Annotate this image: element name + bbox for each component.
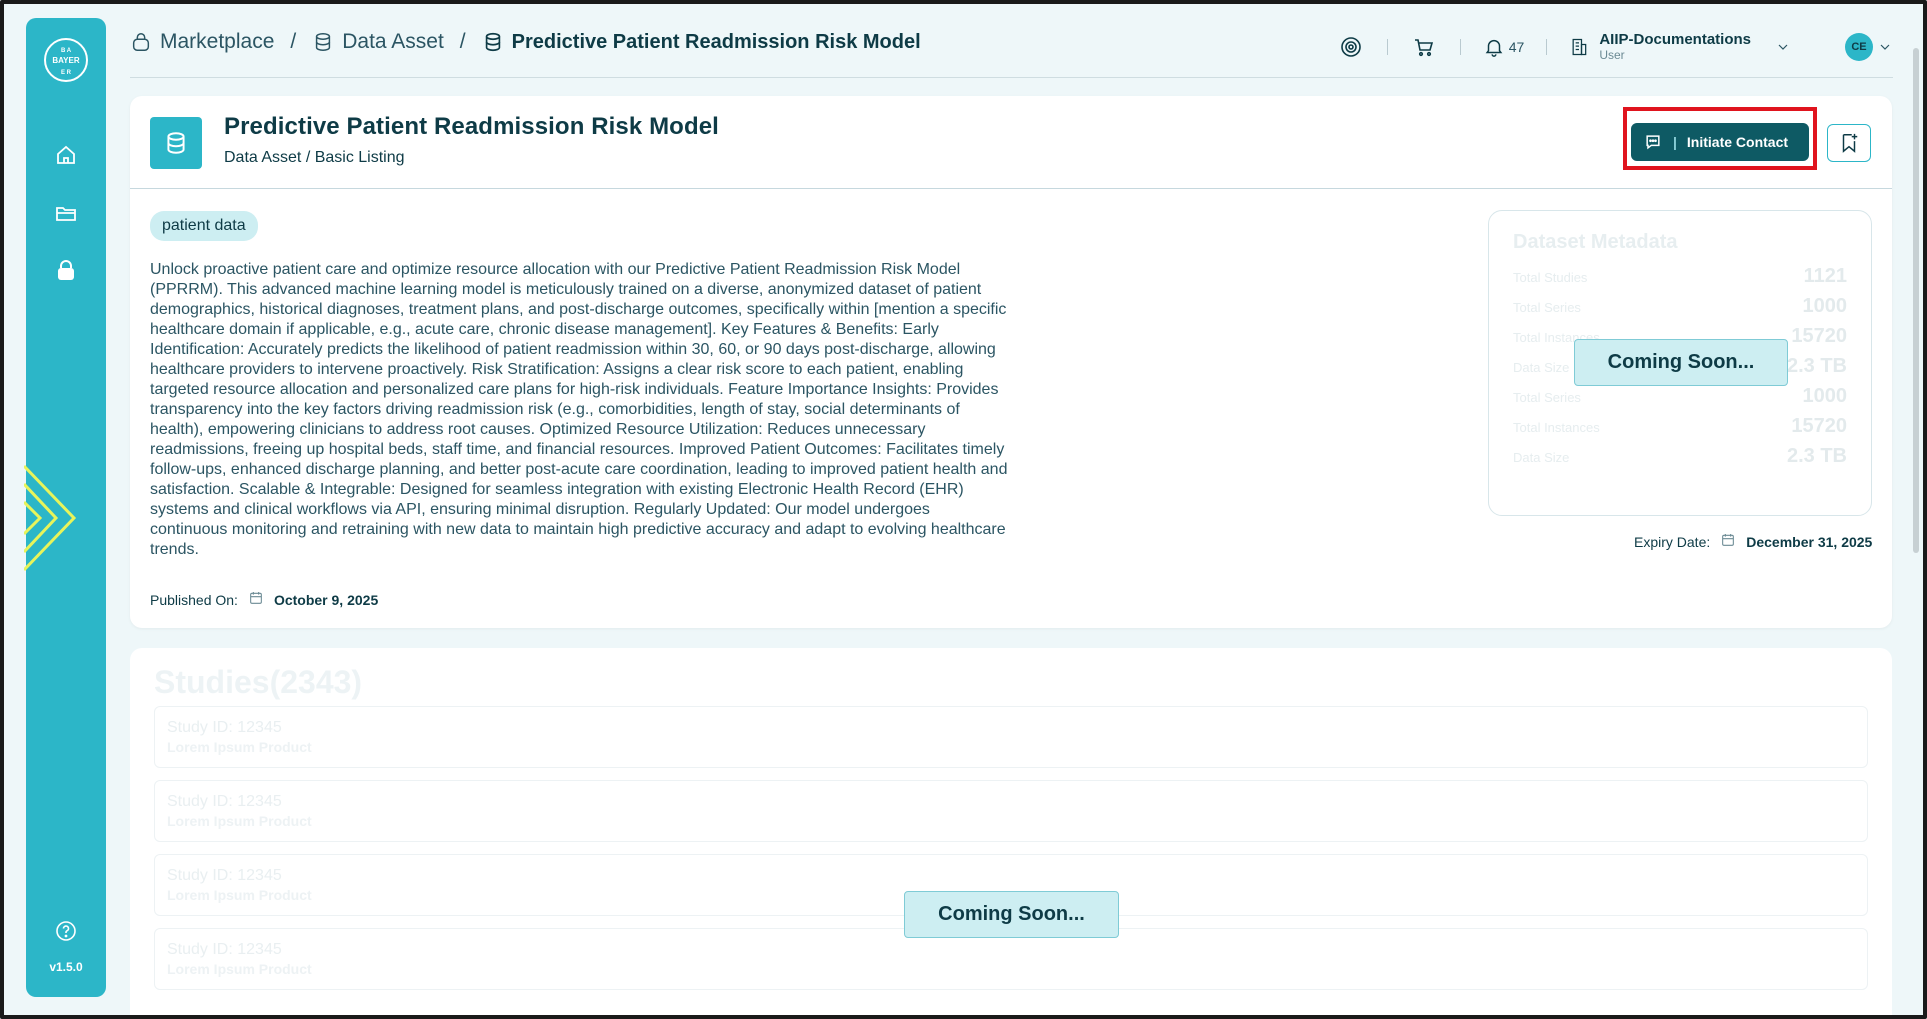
button-divider: | — [1673, 134, 1677, 150]
breadcrumb-marketplace[interactable]: Marketplace — [130, 30, 274, 54]
metadata-value: 1000 — [1802, 295, 1848, 317]
metadata-label: Total Series — [1513, 390, 1581, 405]
page-title: Predictive Patient Readmission Risk Mode… — [224, 113, 719, 140]
svg-text:E R: E R — [61, 70, 72, 76]
folder-icon[interactable] — [53, 200, 79, 226]
metadata-row: Total Series 1000 — [1513, 295, 1847, 318]
top-bar: Marketplace / Data Asset / Predictive Pa… — [130, 22, 1893, 78]
asset-subtitle: Data Asset / Basic Listing — [224, 149, 405, 166]
metadata-value: 1000 — [1802, 385, 1848, 407]
avatar: CE — [1845, 33, 1873, 61]
breadcrumb-current: Predictive Patient Readmission Risk Mode… — [482, 31, 921, 54]
breadcrumb-label: Predictive Patient Readmission Risk Mode… — [511, 30, 921, 53]
metadata-value: 15720 — [1791, 325, 1847, 347]
asset-card: Predictive Patient Readmission Risk Mode… — [130, 96, 1892, 628]
breadcrumb: Marketplace / Data Asset / Predictive Pa… — [130, 30, 921, 54]
metadata-value: 1121 — [1803, 265, 1847, 287]
breadcrumb-data-asset[interactable]: Data Asset — [312, 30, 444, 54]
bookmark-button[interactable] — [1827, 124, 1871, 162]
coming-soon-badge: Coming Soon... — [904, 891, 1119, 938]
database-icon — [485, 32, 500, 52]
home-icon[interactable] — [53, 142, 79, 168]
study-product: Lorem Ipsum Product — [167, 961, 312, 977]
expiry-date-value: December 31, 2025 — [1746, 533, 1873, 550]
published-date: October 9, 2025 — [273, 591, 379, 608]
study-item: Study ID: 12345 Lorem Ipsum Product — [154, 706, 1868, 768]
study-item: Study ID: 12345 Lorem Ipsum Product — [154, 780, 1868, 842]
metadata-row: Total Studies 1121 — [1513, 265, 1847, 288]
metadata-label: Data Size — [1513, 360, 1570, 375]
help-icon[interactable] — [53, 918, 79, 944]
divider — [1386, 39, 1388, 55]
metadata-title: Dataset Metadata — [1513, 231, 1678, 253]
org-role: User — [1599, 47, 1625, 62]
expiry-label: Expiry Date: — [1634, 533, 1711, 550]
settings-icon[interactable] — [1337, 33, 1365, 61]
studies-title: Studies(2343) — [154, 664, 363, 700]
studies-section: Studies(2343) Study ID: 12345 Lorem Ipsu… — [130, 648, 1892, 1019]
metadata-label: Total Instances — [1513, 420, 1600, 435]
top-right-actions: 47 AIIP-Documentations User CE — [1337, 24, 1893, 70]
bookmark-add-icon — [1842, 133, 1858, 153]
org-switcher[interactable]: AIIP-Documentations User — [1569, 32, 1791, 62]
expiry-date: Expiry Date: December 31, 2025 — [1634, 532, 1872, 551]
published-on: Published On: October 9, 2025 — [150, 590, 378, 609]
breadcrumb-label: Marketplace — [160, 30, 275, 53]
study-product: Lorem Ipsum Product — [167, 813, 312, 829]
metadata-label: Data Size — [1513, 450, 1570, 465]
metadata-label: Total Studies — [1513, 270, 1588, 285]
initiate-contact-label: Initiate Contact — [1686, 134, 1789, 150]
study-id: Study ID: 12345 — [167, 867, 282, 884]
study-product: Lorem Ipsum Product — [167, 739, 312, 755]
scrollbar[interactable] — [1913, 48, 1919, 553]
metadata-row: Total Instances 15720 — [1513, 415, 1847, 438]
chevron-down-icon — [1880, 44, 1890, 50]
chevron-down-icon — [1778, 44, 1788, 50]
initiate-contact-button[interactable]: | Initiate Contact — [1631, 123, 1809, 161]
cart-icon[interactable] — [1410, 33, 1438, 61]
user-menu[interactable]: CE — [1845, 33, 1893, 61]
study-product: Lorem Ipsum Product — [167, 887, 312, 903]
svg-text:B A: B A — [61, 48, 72, 54]
bell-icon — [1485, 39, 1503, 57]
metadata-value: 2.3 TB — [1786, 355, 1847, 377]
calendar-icon — [1720, 532, 1736, 551]
breadcrumb-separator: / — [290, 30, 297, 53]
study-id: Study ID: 12345 — [167, 719, 282, 736]
building-icon — [1572, 38, 1587, 56]
chat-icon — [1646, 135, 1660, 150]
decorative-chevrons — [24, 464, 77, 572]
divider — [1459, 39, 1461, 55]
study-id: Study ID: 12345 — [167, 793, 282, 810]
tag-chip: patient data — [150, 211, 258, 241]
breadcrumb-label: Data Asset — [342, 30, 444, 53]
database-icon — [150, 117, 202, 169]
metadata-row: Total Series 1000 — [1513, 385, 1847, 408]
asset-description: Unlock proactive patient care and optimi… — [150, 261, 1008, 558]
metadata-row: Data Size 2.3 TB — [1513, 445, 1847, 468]
notifications[interactable]: 47 — [1483, 36, 1525, 58]
notification-count: 47 — [1508, 39, 1525, 55]
metadata-value: 2.3 TB — [1786, 445, 1847, 467]
org-name: AIIP-Documentations — [1599, 31, 1751, 49]
sidebar: BAYER B A E R v1.5.0 — [24, 18, 106, 997]
database-icon — [316, 33, 331, 51]
shopping-bag-icon — [132, 33, 150, 51]
published-label: Published On: — [150, 591, 238, 608]
metadata-value: 15720 — [1791, 415, 1847, 437]
asset-header: Predictive Patient Readmission Risk Mode… — [130, 96, 1892, 189]
calendar-icon — [248, 590, 264, 609]
bayer-logo[interactable]: BAYER B A E R — [44, 38, 88, 82]
coming-soon-badge: Coming Soon... — [1574, 339, 1788, 386]
metadata-label: Total Series — [1513, 300, 1581, 315]
breadcrumb-separator: / — [459, 30, 466, 53]
marketplace-icon[interactable] — [53, 258, 79, 284]
divider — [1546, 39, 1548, 55]
version-label: v1.5.0 — [49, 960, 83, 974]
study-id: Study ID: 12345 — [167, 941, 282, 958]
svg-text:BAYER: BAYER — [52, 56, 79, 65]
